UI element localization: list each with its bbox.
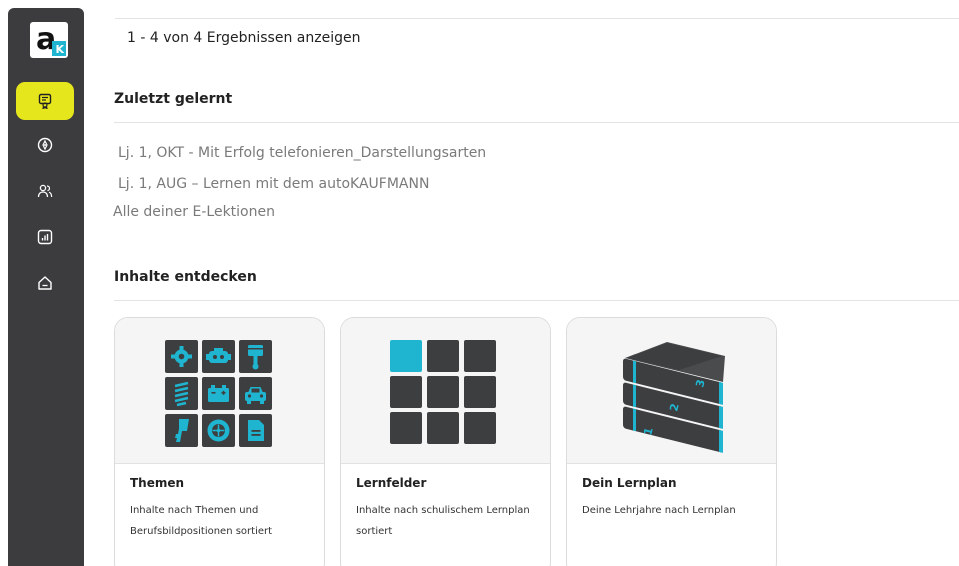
grid-tile <box>464 412 496 444</box>
grid-tile <box>390 412 422 444</box>
grid-tile-highlight <box>390 340 422 372</box>
books-icon: 1 2 3 <box>623 342 725 453</box>
card-title: Lernfelder <box>356 476 427 490</box>
grid-tile <box>427 340 459 372</box>
wheel-icon <box>207 419 230 442</box>
card-title: Dein Lernplan <box>582 476 677 490</box>
divider <box>114 300 959 301</box>
sidebar-item-discover[interactable] <box>16 126 74 164</box>
app-root: a K 1 - 4 von 4 Ergebnissen anzeigen Zul… <box>0 0 959 566</box>
recent-lesson-link[interactable]: Lj. 1, OKT - Mit Erfolg telefonieren_Dar… <box>118 145 486 161</box>
divider <box>114 122 959 123</box>
grid-tile <box>464 340 496 372</box>
card-description: Inhalte nach Themen und Berufsbildpositi… <box>130 505 273 537</box>
compass-icon <box>37 137 53 153</box>
recent-section-title: Zuletzt gelernt <box>114 91 233 107</box>
card-themen[interactable]: Themen Inhalte nach Themen und Berufsbil… <box>114 317 325 566</box>
discover-section-title: Inhalte entdecken <box>114 269 257 285</box>
main-content: 1 - 4 von 4 Ergebnissen anzeigen Zuletzt… <box>84 0 959 566</box>
sidebar-item-home[interactable] <box>16 264 74 302</box>
grid-tile <box>427 412 459 444</box>
card-image <box>115 318 324 464</box>
app-logo[interactable]: a K <box>30 22 68 58</box>
users-icon <box>37 184 53 198</box>
card-lernplan[interactable]: 1 2 3 Dein Lernplan Deine Lehrjahre nach… <box>566 317 777 566</box>
sidebar: a K <box>8 8 84 566</box>
card-image: 1 2 3 <box>567 318 776 464</box>
sidebar-item-users[interactable] <box>16 172 74 210</box>
card-title: Themen <box>130 476 185 490</box>
sidebar-item-statistics[interactable] <box>16 218 74 256</box>
home-icon <box>38 276 52 290</box>
all-lessons-link[interactable]: Alle deiner E-Lektionen <box>113 204 275 220</box>
card-image <box>341 318 550 464</box>
card-description: Deine Lehrjahre nach Lernplan <box>582 505 736 516</box>
certificate-icon <box>38 93 52 109</box>
results-count: 1 - 4 von 4 Ergebnissen anzeigen <box>127 30 361 46</box>
document-icon <box>248 420 264 441</box>
recent-lesson-link[interactable]: Lj. 1, AUG – Lernen mit dem autoKAUFMANN <box>118 176 429 192</box>
card-lernfelder[interactable]: Lernfelder Inhalte nach schulischem Lern… <box>340 317 551 566</box>
grid-tile <box>464 376 496 408</box>
divider <box>115 18 959 19</box>
chart-icon <box>37 229 53 245</box>
logo-badge: K <box>56 43 65 56</box>
grid-tile <box>390 376 422 408</box>
card-description: Inhalte nach schulischem Lernplan sortie… <box>356 505 530 537</box>
sidebar-item-certificates[interactable] <box>16 82 74 120</box>
grid-tile <box>427 376 459 408</box>
